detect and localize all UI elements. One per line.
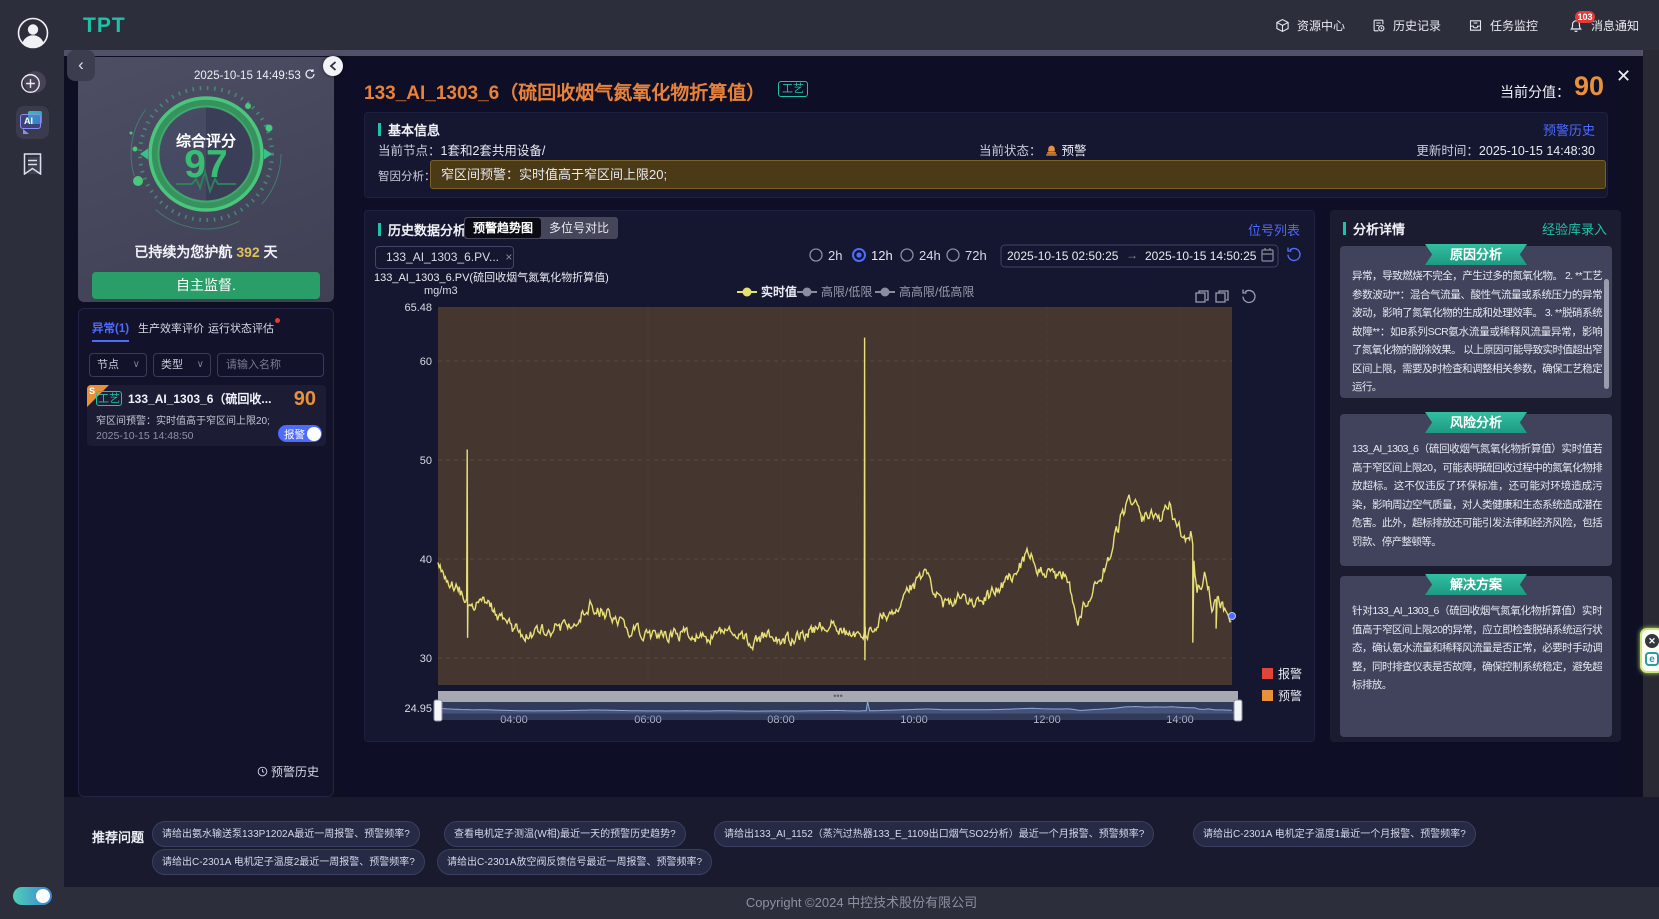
- svg-text:60: 60: [420, 356, 432, 368]
- svg-text:•••: •••: [833, 691, 842, 701]
- svg-text:高限/低限: 高限/低限: [821, 284, 872, 299]
- svg-text:高高限/低高限: 高高限/低高限: [899, 284, 974, 299]
- svg-text:24h: 24h: [919, 248, 941, 263]
- svg-text:24.95: 24.95: [404, 703, 432, 715]
- svg-text:→: →: [1126, 248, 1138, 262]
- svg-text:实时值: 实时值: [761, 284, 797, 299]
- svg-text:40: 40: [420, 554, 432, 566]
- svg-text:12h: 12h: [871, 248, 893, 263]
- svg-text:50: 50: [420, 455, 432, 467]
- svg-text:2025-10-15 02:50:25: 2025-10-15 02:50:25: [1007, 249, 1119, 263]
- svg-text:2025-10-15 14:50:25: 2025-10-15 14:50:25: [1145, 249, 1257, 263]
- svg-text:72h: 72h: [965, 248, 987, 263]
- svg-text:mg/m3: mg/m3: [424, 285, 458, 297]
- svg-text:30: 30: [420, 653, 432, 665]
- svg-text:65.48: 65.48: [404, 302, 432, 314]
- svg-text:2h: 2h: [828, 248, 842, 263]
- svg-text:预警: 预警: [1278, 688, 1302, 703]
- svg-text:133_AI_1303_6.PV(硫回收烟气氮氧化物折算值): 133_AI_1303_6.PV(硫回收烟气氮氧化物折算值): [374, 270, 609, 284]
- svg-text:报警: 报警: [1278, 666, 1302, 681]
